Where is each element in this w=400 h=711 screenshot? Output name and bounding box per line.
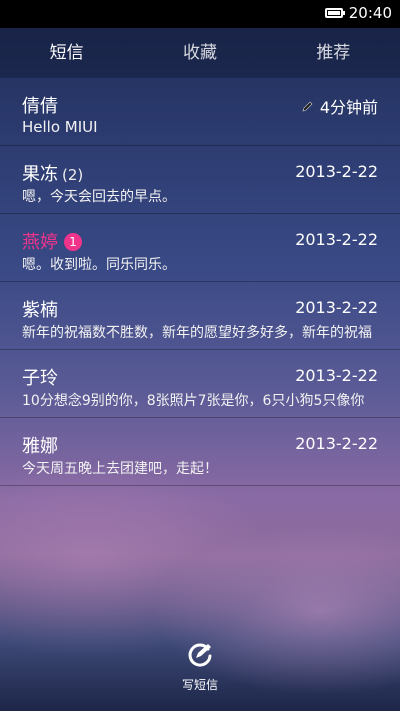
conversation-row[interactable]: 燕婷 1 2013-2-22 嗯。收到啦。同乐同乐。 xyxy=(0,214,400,282)
message-preview: 新年的祝福数不胜数，新年的愿望好多好多，新年的祝福 xyxy=(22,325,372,341)
message-time: 2013-2-22 xyxy=(295,434,378,453)
conversation-row[interactable]: 雅娜 2013-2-22 今天周五晚上去团建吧，走起！ xyxy=(0,418,400,486)
conversation-row[interactable]: 子玲 2013-2-22 10分想念9别的你，8张照片7张是你，6只小狗5只像你 xyxy=(0,350,400,418)
tab-recommended[interactable]: 推荐 xyxy=(267,28,400,78)
message-time: 2013-2-22 xyxy=(295,230,378,249)
contact-name: 紫楠 xyxy=(22,296,58,322)
message-time-text: 2013-2-22 xyxy=(295,366,378,385)
message-time-text: 4分钟前 xyxy=(319,98,378,117)
contact-name: 子玲 xyxy=(22,364,58,390)
message-time: 2013-2-22 xyxy=(295,366,378,385)
contact-name: 燕婷 1 xyxy=(22,228,82,254)
message-count: (2) xyxy=(62,166,84,184)
contact-name-text: 紫楠 xyxy=(22,300,58,321)
tab-bar: 短信 收藏 推荐 xyxy=(0,28,400,78)
contact-name: 倩倩 xyxy=(22,92,58,118)
contact-name: 雅娜 xyxy=(22,432,58,458)
sms-app-screen: 20:40 短信 收藏 推荐 倩倩 4分钟前 Hello MIUI 果冻 (2) … xyxy=(0,0,400,711)
message-time-text: 2013-2-22 xyxy=(295,230,378,249)
message-preview: 嗯，今天会回去的早点。 xyxy=(22,189,176,205)
battery-fill xyxy=(327,11,340,15)
conversation-row[interactable]: 果冻 (2) 2013-2-22 嗯，今天会回去的早点。 xyxy=(0,146,400,214)
message-time: 2013-2-22 xyxy=(295,162,378,181)
status-right: 20:40 xyxy=(324,4,392,22)
contact-name-text: 子玲 xyxy=(22,368,58,389)
message-time-text: 2013-2-22 xyxy=(295,434,378,453)
compose-icon xyxy=(188,643,212,667)
contact-name-text: 雅娜 xyxy=(22,436,58,457)
message-time: 2013-2-22 xyxy=(295,298,378,317)
tab-favorites[interactable]: 收藏 xyxy=(133,28,266,78)
message-preview: 今天周五晚上去团建吧，走起！ xyxy=(22,461,218,477)
conversation-row[interactable]: 紫楠 2013-2-22 新年的祝福数不胜数，新年的愿望好多好多，新年的祝福 xyxy=(0,282,400,350)
unread-badge: 1 xyxy=(64,233,82,251)
status-time: 20:40 xyxy=(348,4,392,22)
compose-button[interactable]: 写短信 xyxy=(150,640,250,704)
contact-name-text: 果冻 xyxy=(22,164,58,185)
message-time-text: 2013-2-22 xyxy=(295,162,378,181)
message-time-text: 2013-2-22 xyxy=(295,298,378,317)
tab-messages[interactable]: 短信 xyxy=(0,28,133,78)
conversation-list: 倩倩 4分钟前 Hello MIUI 果冻 (2) 2013-2-22 嗯，今天会… xyxy=(0,78,400,486)
message-preview: 10分想念9别的你，8张照片7张是你，6只小狗5只像你 xyxy=(22,393,365,409)
battery-icon xyxy=(324,8,345,18)
contact-name-text: 倩倩 xyxy=(22,96,58,117)
message-preview: Hello MIUI xyxy=(22,118,98,136)
conversation-row[interactable]: 倩倩 4分钟前 Hello MIUI xyxy=(0,78,400,146)
status-bar: 20:40 xyxy=(0,0,400,28)
message-time: 4分钟前 xyxy=(302,94,378,118)
message-preview: 嗯。收到啦。同乐同乐。 xyxy=(22,257,176,273)
contact-name-text: 燕婷 xyxy=(22,232,58,253)
contact-name: 果冻 (2) xyxy=(22,160,83,186)
compose-label: 写短信 xyxy=(181,678,218,692)
pencil-icon xyxy=(302,101,313,112)
